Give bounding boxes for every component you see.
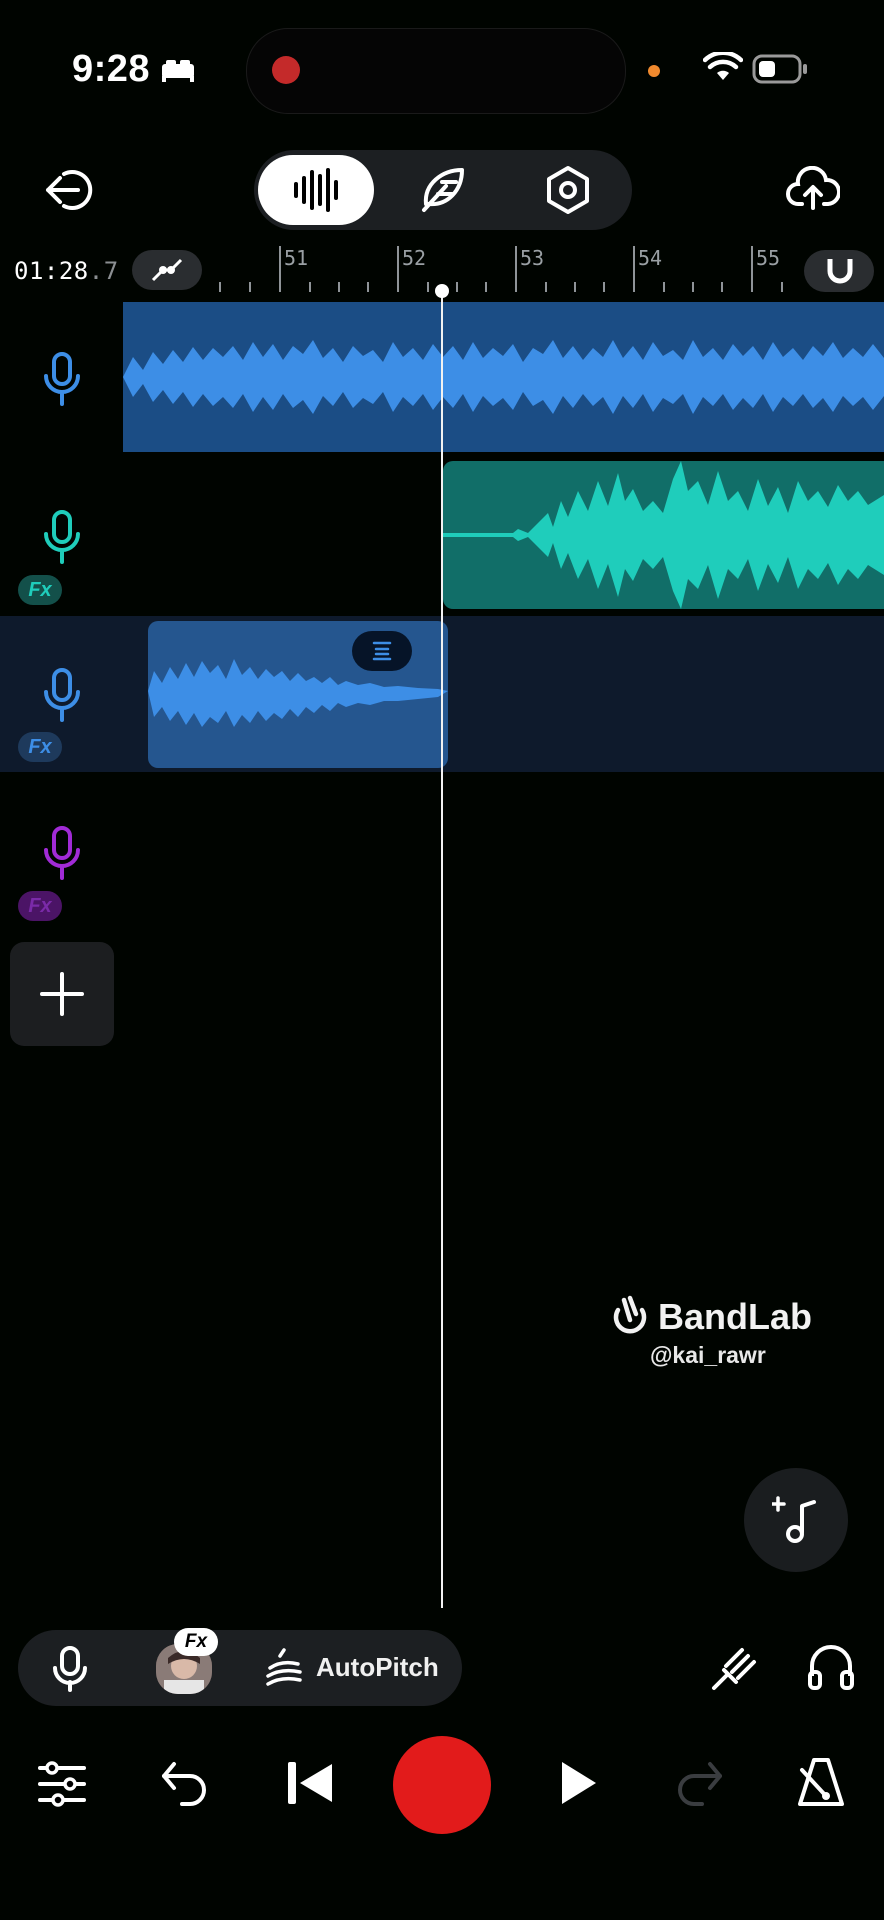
fx-preset-badge: Fx bbox=[174, 1628, 218, 1656]
ruler-label: 51 bbox=[284, 246, 309, 270]
automation-button[interactable] bbox=[132, 250, 202, 290]
tab-settings[interactable] bbox=[542, 164, 594, 216]
redo-icon bbox=[674, 1760, 724, 1806]
add-note-icon bbox=[772, 1496, 816, 1543]
skip-to-start-icon[interactable] bbox=[286, 1760, 334, 1806]
playhead-handle[interactable] bbox=[435, 284, 449, 298]
recording-indicator bbox=[272, 56, 300, 84]
track-3-mic-icon[interactable] bbox=[42, 668, 82, 722]
tuner-fork-icon[interactable] bbox=[708, 1644, 758, 1694]
plus-icon bbox=[40, 972, 84, 1016]
metronome-icon[interactable] bbox=[796, 1756, 846, 1808]
autopitch-icon[interactable] bbox=[264, 1646, 304, 1690]
playhead-time: 01:28.7 bbox=[14, 257, 119, 285]
upload-cloud-icon[interactable] bbox=[786, 166, 840, 212]
clip-options-icon bbox=[372, 641, 392, 661]
magnet-icon bbox=[827, 259, 853, 284]
status-time: 9:28 bbox=[72, 48, 151, 90]
ruler-label: 53 bbox=[520, 246, 545, 270]
sleep-focus-icon bbox=[160, 58, 196, 84]
track-2-mic-icon[interactable] bbox=[42, 510, 82, 564]
play-icon[interactable] bbox=[558, 1760, 598, 1806]
clip-menu-button[interactable] bbox=[352, 631, 412, 671]
bandlab-logo-icon bbox=[608, 1294, 652, 1336]
feather-icon bbox=[422, 168, 464, 212]
automation-icon bbox=[151, 258, 183, 282]
waveform-icon bbox=[294, 168, 338, 212]
snap-magnet-button[interactable] bbox=[804, 250, 874, 292]
add-music-button[interactable] bbox=[744, 1468, 848, 1572]
add-track-button[interactable] bbox=[10, 942, 114, 1046]
tab-tracks[interactable] bbox=[258, 155, 374, 225]
brand-name: BandLab bbox=[658, 1296, 813, 1337]
hexagon-settings-icon bbox=[547, 166, 589, 214]
undo-icon[interactable] bbox=[160, 1760, 210, 1806]
ruler-label: 52 bbox=[402, 246, 427, 270]
track-1-mic-icon[interactable] bbox=[42, 352, 82, 406]
wifi-icon bbox=[703, 52, 743, 84]
record-button[interactable] bbox=[393, 1736, 491, 1834]
ruler-label: 54 bbox=[638, 246, 663, 270]
input-mic-icon[interactable] bbox=[52, 1646, 88, 1692]
ruler-label: 55 bbox=[756, 246, 781, 270]
track-4-mic-icon[interactable] bbox=[42, 826, 82, 880]
battery-icon bbox=[752, 54, 808, 84]
dynamic-island bbox=[246, 28, 626, 114]
headphones-icon[interactable] bbox=[806, 1642, 856, 1692]
audio-clip[interactable] bbox=[123, 302, 884, 452]
mic-in-use-dot bbox=[648, 65, 660, 77]
exit-icon[interactable] bbox=[44, 166, 96, 214]
selected-audio-clip[interactable] bbox=[148, 621, 448, 768]
track-2-fx-badge[interactable]: Fx bbox=[18, 575, 62, 605]
autopitch-label[interactable]: AutoPitch bbox=[316, 1652, 439, 1683]
audio-clip[interactable] bbox=[443, 461, 884, 609]
tab-lyrics[interactable] bbox=[416, 164, 468, 216]
mixer-sliders-icon[interactable] bbox=[38, 1760, 86, 1808]
playhead[interactable] bbox=[441, 290, 443, 1608]
track-4-fx-badge[interactable]: Fx bbox=[18, 891, 62, 921]
track-3-fx-badge[interactable]: Fx bbox=[18, 732, 62, 762]
brand-username: @kai_rawr bbox=[650, 1342, 766, 1368]
